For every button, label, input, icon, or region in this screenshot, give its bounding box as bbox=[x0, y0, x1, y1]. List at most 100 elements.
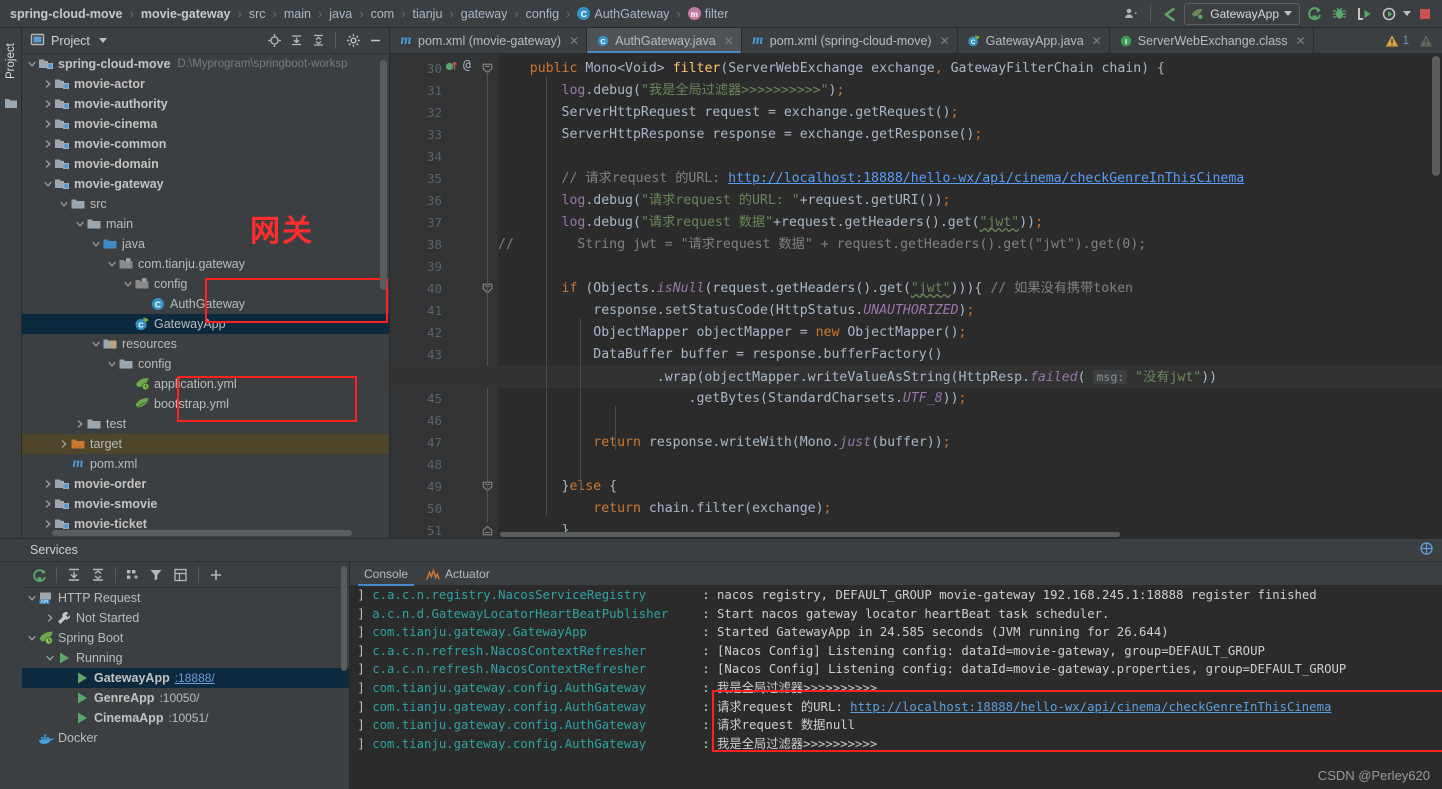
tool-window-tab-project[interactable]: Project bbox=[0, 30, 22, 92]
console-output[interactable]: ] c.a.c.n.registry.NacosServiceRegistry:… bbox=[350, 586, 1442, 789]
project-tree-item[interactable]: movie-domain bbox=[22, 154, 389, 174]
add-icon[interactable] bbox=[205, 564, 227, 586]
services-tree-item[interactable]: Not Started bbox=[22, 608, 349, 628]
chevron-right-icon[interactable] bbox=[42, 118, 54, 130]
code-line[interactable]: if (Objects.isNull(request.getHeaders().… bbox=[498, 278, 1133, 300]
chevron-down-icon[interactable] bbox=[74, 218, 86, 230]
chevron-right-icon[interactable] bbox=[58, 438, 70, 450]
services-tree-item[interactable]: GenreApp:10050/ bbox=[22, 688, 349, 708]
close-icon[interactable]: ✕ bbox=[940, 34, 950, 48]
chevron-down-icon[interactable] bbox=[122, 278, 134, 290]
project-tree-item[interactable]: test bbox=[22, 414, 389, 434]
chevron-down-icon[interactable] bbox=[106, 258, 118, 270]
collapse-all-icon[interactable] bbox=[87, 564, 109, 586]
chevron-right-icon[interactable] bbox=[42, 158, 54, 170]
close-icon[interactable]: ✕ bbox=[569, 34, 579, 48]
chevron-down-icon[interactable] bbox=[90, 338, 102, 350]
chevron-down-icon[interactable] bbox=[58, 198, 70, 210]
project-view-chevron-icon[interactable] bbox=[98, 38, 107, 43]
code-line[interactable]: .getBytes(StandardCharsets.UTF_8)); bbox=[498, 388, 967, 410]
code-line[interactable]: return chain.filter(exchange); bbox=[498, 498, 831, 520]
code-line[interactable]: log.debug("我是全局过滤器>>>>>>>>>>"); bbox=[498, 80, 845, 102]
expand-all-icon[interactable] bbox=[286, 31, 306, 51]
services-tree-item[interactable]: Spring Boot bbox=[22, 628, 349, 648]
project-tree-item[interactable]: src bbox=[22, 194, 389, 214]
project-scrollbar-horizontal[interactable] bbox=[52, 530, 352, 536]
back-arrow-icon[interactable] bbox=[1159, 3, 1181, 25]
run-configuration-selector[interactable]: GatewayApp bbox=[1184, 2, 1300, 25]
code-fold-close-icon[interactable] bbox=[482, 525, 493, 536]
project-tree-item[interactable]: target bbox=[22, 434, 389, 454]
debug-icon[interactable] bbox=[1328, 3, 1350, 25]
services-scrollbar[interactable] bbox=[341, 566, 347, 671]
breadcrumb-item-tianju[interactable]: tianju bbox=[411, 7, 445, 21]
project-tree-item[interactable]: bootstrap.yml bbox=[22, 394, 389, 414]
project-tree[interactable]: spring-cloud-move D:\Myprogram\springboot… bbox=[22, 54, 389, 538]
project-tree-item[interactable]: movie-authority bbox=[22, 94, 389, 114]
code-line[interactable]: ServerHttpRequest request = exchange.get… bbox=[498, 102, 959, 124]
breadcrumb-item-java[interactable]: java bbox=[327, 7, 354, 21]
breadcrumb-item-com[interactable]: com bbox=[369, 7, 397, 21]
chevron-right-icon[interactable] bbox=[74, 418, 86, 430]
services-tree-item[interactable]: GatewayApp:18888/ bbox=[22, 668, 349, 688]
editor-tab-gatewayapp-java[interactable]: C GatewayApp.java ✕ bbox=[958, 28, 1110, 53]
chevron-down-icon[interactable] bbox=[106, 358, 118, 370]
services-gear-icon[interactable] bbox=[1419, 541, 1442, 559]
chevron-right-icon[interactable] bbox=[42, 478, 54, 490]
chevron-down-icon[interactable] bbox=[26, 632, 38, 644]
code-editor[interactable]: 3031323334353637383940414243444546474849… bbox=[390, 54, 1442, 538]
service-port-link[interactable]: :10050/ bbox=[159, 691, 199, 705]
project-tree-item[interactable]: com.tianju.gateway bbox=[22, 254, 389, 274]
console-tab-console[interactable]: Console bbox=[357, 562, 415, 586]
breadcrumb-item-gateway[interactable]: gateway bbox=[459, 7, 510, 21]
group-icon[interactable] bbox=[122, 564, 144, 586]
project-tree-item[interactable]: movie-actor bbox=[22, 74, 389, 94]
project-tree-item[interactable]: config bbox=[22, 354, 389, 374]
run-icon[interactable] bbox=[1303, 3, 1325, 25]
code-line[interactable]: public Mono<Void> filter(ServerWebExchan… bbox=[498, 58, 1165, 80]
project-tree-item[interactable]: main bbox=[22, 214, 389, 234]
breadcrumb-item-config[interactable]: config bbox=[524, 7, 561, 21]
code-line[interactable]: ServerHttpResponse response = exchange.g… bbox=[498, 124, 983, 146]
editor-tab-serverwebexchange-class[interactable]: I ServerWebExchange.class ✕ bbox=[1110, 28, 1314, 53]
services-tree-item[interactable]: Running bbox=[22, 648, 349, 668]
chevron-right-icon[interactable] bbox=[42, 98, 54, 110]
project-scrollbar-vertical[interactable] bbox=[380, 60, 387, 290]
chevron-down-icon[interactable] bbox=[1284, 11, 1292, 16]
breadcrumb-item-movie-gateway[interactable]: movie-gateway bbox=[139, 7, 233, 21]
code-line[interactable]: log.debug("请求request 数据"+request.getHead… bbox=[498, 212, 1044, 234]
code-line[interactable]: // 请求request 的URL: http://localhost:1888… bbox=[498, 168, 1245, 190]
code-line[interactable]: DataBuffer buffer = response.bufferFacto… bbox=[498, 344, 942, 366]
project-tree-item[interactable]: movie-common bbox=[22, 134, 389, 154]
project-tree-item[interactable]: movie-cinema bbox=[22, 114, 389, 134]
service-port-link[interactable]: :18888/ bbox=[175, 671, 215, 685]
close-icon[interactable]: ✕ bbox=[724, 34, 734, 48]
locate-file-icon[interactable] bbox=[264, 31, 284, 51]
breadcrumb-item-filter[interactable]: m filter bbox=[686, 7, 731, 21]
breadcrumb-item-main[interactable]: main bbox=[282, 7, 313, 21]
chevron-down-icon[interactable] bbox=[44, 652, 56, 664]
project-tree-item[interactable]: C AuthGateway bbox=[22, 294, 389, 314]
project-tree-item[interactable]: movie-order bbox=[22, 474, 389, 494]
profiler-icon[interactable] bbox=[1378, 3, 1400, 25]
breadcrumb-item-src[interactable]: src bbox=[247, 7, 268, 21]
editor-tab-authgateway-java[interactable]: C AuthGateway.java ✕ bbox=[587, 28, 742, 53]
profiler-chevron-icon[interactable] bbox=[1403, 11, 1411, 16]
code-line[interactable]: ObjectMapper objectMapper = new ObjectMa… bbox=[498, 322, 966, 344]
project-tree-item[interactable]: application.yml bbox=[22, 374, 389, 394]
close-icon[interactable]: ✕ bbox=[1296, 34, 1306, 48]
code-content[interactable]: public Mono<Void> filter(ServerWebExchan… bbox=[390, 54, 1442, 538]
chevron-right-icon[interactable] bbox=[42, 78, 54, 90]
run-with-coverage-icon[interactable] bbox=[1353, 3, 1375, 25]
editor-tab-pom-xml-movie-gateway-[interactable]: m pom.xml (movie-gateway) ✕ bbox=[390, 28, 588, 53]
code-line[interactable]: return response.writeWith(Mono.just(buff… bbox=[498, 432, 950, 454]
rerun-icon[interactable] bbox=[28, 564, 50, 586]
breadcrumb-item-spring-cloud-move[interactable]: spring-cloud-move bbox=[8, 7, 125, 21]
project-tree-item[interactable]: m pom.xml bbox=[22, 454, 389, 474]
inspection-status[interactable]: 1 bbox=[1385, 28, 1442, 53]
layout-icon[interactable] bbox=[170, 564, 192, 586]
code-line[interactable]: // String jwt = "请求request 数据" + request… bbox=[498, 234, 1146, 256]
chevron-down-icon[interactable] bbox=[42, 178, 54, 190]
chevron-right-icon[interactable] bbox=[42, 518, 54, 530]
project-tree-item[interactable]: C GatewayApp bbox=[22, 314, 389, 334]
